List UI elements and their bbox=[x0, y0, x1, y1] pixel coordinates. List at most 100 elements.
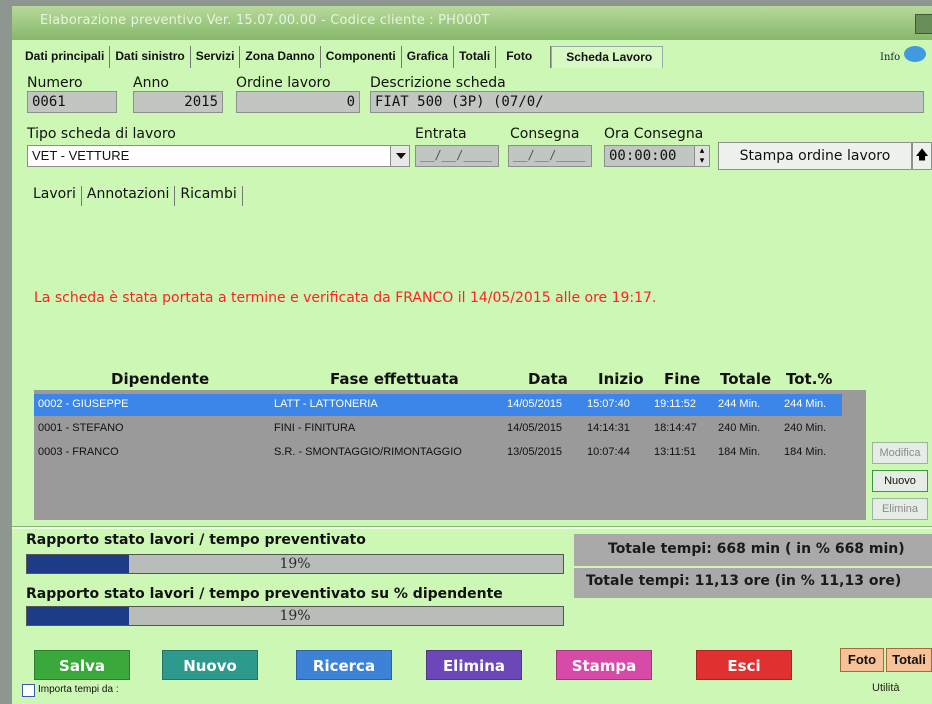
cell-fine: 19:11:52 bbox=[654, 398, 697, 410]
col-fase-header: Fase effettuata bbox=[330, 370, 459, 388]
importa-checkbox[interactable] bbox=[22, 684, 35, 697]
title-bar: Elaborazione preventivo Ver. 15.07.00.00… bbox=[12, 6, 932, 40]
cell-inizio: 10:07:44 bbox=[587, 446, 630, 458]
entrata-field[interactable]: __/__/____ bbox=[415, 145, 499, 167]
chevron-down-icon: ▾ bbox=[699, 156, 705, 166]
bar2-percent: 19% bbox=[279, 608, 311, 624]
foto-button[interactable]: Foto bbox=[840, 648, 884, 672]
bar2-label: Rapporto stato lavori / tempo preventiva… bbox=[26, 586, 503, 602]
cell-totpct: 244 Min. bbox=[784, 398, 827, 410]
tab-componenti[interactable]: Componenti bbox=[321, 46, 402, 68]
esci-button[interactable]: Esci bbox=[696, 650, 792, 680]
tipo-dropdown-button[interactable] bbox=[390, 145, 410, 167]
ordine-field[interactable]: 0 bbox=[236, 91, 360, 113]
descrizione-label: Descrizione scheda bbox=[370, 75, 506, 91]
tab-grafica[interactable]: Grafica bbox=[402, 46, 455, 68]
cell-dipendente: 0003 - FRANCO bbox=[38, 446, 119, 458]
numero-label: Numero bbox=[27, 75, 83, 91]
cell-totale: 184 Min. bbox=[718, 446, 761, 458]
chevron-up-icon: ▴ bbox=[699, 146, 705, 156]
sub-tabs: Lavori Annotazioni Ricambi bbox=[28, 186, 243, 206]
cell-data: 14/05/2015 bbox=[507, 398, 563, 410]
scroll-up-button[interactable]: 🡅 bbox=[912, 142, 932, 170]
tab-scheda-lavoro[interactable]: Scheda Lavoro bbox=[551, 46, 664, 68]
cell-fase: FINI - FINITURA bbox=[274, 422, 356, 434]
col-dipendente-header: Dipendente bbox=[111, 370, 210, 388]
tipo-label: Tipo scheda di lavoro bbox=[27, 126, 176, 142]
chevron-down-icon bbox=[396, 153, 406, 159]
subtab-lavori[interactable]: Lavori bbox=[28, 186, 82, 206]
totale-ore-text: Totale tempi: 11,13 ore (in % 11,13 ore) bbox=[586, 573, 902, 589]
tab-totali[interactable]: Totali bbox=[454, 46, 497, 68]
cell-data: 13/05/2015 bbox=[507, 446, 563, 458]
cell-totpct: 240 Min. bbox=[784, 422, 827, 434]
modifica-button[interactable]: Modifica bbox=[872, 442, 928, 464]
tab-servizi[interactable]: Servizi bbox=[191, 46, 241, 68]
anno-field[interactable]: 2015 bbox=[133, 91, 223, 113]
ricerca-button[interactable]: Ricerca bbox=[296, 650, 392, 680]
anno-label: Anno bbox=[133, 75, 169, 91]
minimize-button[interactable] bbox=[915, 14, 932, 34]
nuovo-row-button[interactable]: Nuovo bbox=[872, 470, 928, 492]
cell-fine: 18:14:47 bbox=[654, 422, 697, 434]
bar2-progress: 19% bbox=[26, 606, 564, 626]
salva-button[interactable]: Salva bbox=[34, 650, 130, 680]
ora-spinner[interactable]: ▴ ▾ bbox=[694, 145, 710, 167]
consegna-label: Consegna bbox=[510, 126, 580, 142]
cell-totale: 240 Min. bbox=[718, 422, 761, 434]
bar1-label: Rapporto stato lavori / tempo preventiva… bbox=[26, 532, 366, 548]
cell-fase: S.R. - SMONTAGGIO/RIMONTAGGIO bbox=[274, 446, 462, 458]
descrizione-field[interactable]: FIAT 500 (3P) (07/0/ bbox=[370, 91, 924, 113]
completion-message: La scheda è stata portata a termine e ve… bbox=[34, 290, 657, 306]
cell-totpct: 184 Min. bbox=[784, 446, 827, 458]
entrata-label: Entrata bbox=[415, 126, 467, 142]
cell-dipendente: 0001 - STEFANO bbox=[38, 422, 124, 434]
info-icon[interactable] bbox=[904, 46, 926, 62]
elimina-button[interactable]: Elimina bbox=[426, 650, 522, 680]
importa-label: Importa tempi da : bbox=[38, 684, 119, 695]
ora-consegna-field[interactable]: 00:00:00 bbox=[604, 145, 696, 167]
cell-fase: LATT - LATTONERIA bbox=[274, 398, 378, 410]
table-row[interactable]: 0001 - STEFANO FINI - FINITURA 14/05/201… bbox=[34, 418, 842, 440]
totale-min-box: Totale tempi: 668 min ( in % 668 min) bbox=[574, 534, 932, 566]
subtab-ricambi[interactable]: Ricambi bbox=[175, 186, 243, 206]
consegna-field[interactable]: __/__/____ bbox=[508, 145, 592, 167]
totale-min-text: Totale tempi: 668 min ( in % 668 min) bbox=[608, 541, 905, 557]
tab-zona-danno[interactable]: Zona Danno bbox=[240, 46, 321, 68]
tipo-select[interactable]: VET - VETTURE bbox=[27, 145, 391, 167]
nuovo-button[interactable]: Nuovo bbox=[162, 650, 258, 680]
utilita-label[interactable]: Utilità bbox=[872, 682, 900, 694]
col-data-header: Data bbox=[528, 370, 568, 388]
tab-foto[interactable]: Foto bbox=[496, 46, 552, 68]
col-totpct-header: Tot.% bbox=[786, 370, 833, 388]
tab-dati-principali[interactable]: Dati principali bbox=[20, 46, 111, 68]
table-row[interactable]: 0003 - FRANCO S.R. - SMONTAGGIO/RIMONTAG… bbox=[34, 442, 842, 464]
bar1-progress: 19% bbox=[26, 554, 564, 574]
window-title: Elaborazione preventivo Ver. 15.07.00.00… bbox=[40, 13, 490, 28]
col-fine-header: Fine bbox=[664, 370, 701, 388]
cell-inizio: 14:14:31 bbox=[587, 422, 630, 434]
stampa-ordine-label: Stampa ordine lavoro bbox=[739, 148, 891, 164]
main-tabs: Dati principali Dati sinistro Servizi Zo… bbox=[20, 46, 664, 68]
subtab-annotazioni[interactable]: Annotazioni bbox=[82, 186, 176, 206]
cell-inizio: 15:07:40 bbox=[587, 398, 630, 410]
totali-button[interactable]: Totali bbox=[886, 648, 932, 672]
stampa-button[interactable]: Stampa bbox=[556, 650, 652, 680]
divider bbox=[12, 526, 932, 529]
tab-dati-sinistro[interactable]: Dati sinistro bbox=[110, 46, 191, 68]
cell-fine: 13:11:51 bbox=[654, 446, 697, 458]
elimina-row-button[interactable]: Elimina bbox=[872, 498, 928, 520]
cell-totale: 244 Min. bbox=[718, 398, 761, 410]
cell-dipendente: 0002 - GIUSEPPE bbox=[38, 398, 129, 410]
col-totale-header: Totale bbox=[720, 370, 772, 388]
col-inizio-header: Inizio bbox=[598, 370, 644, 388]
table-row[interactable]: 0002 - GIUSEPPE LATT - LATTONERIA 14/05/… bbox=[34, 394, 842, 416]
totale-ore-box: Totale tempi: 11,13 ore (in % 11,13 ore) bbox=[574, 568, 932, 598]
arrow-up-icon: 🡅 bbox=[915, 148, 929, 163]
cell-data: 14/05/2015 bbox=[507, 422, 563, 434]
stampa-ordine-button[interactable]: Stampa ordine lavoro bbox=[718, 142, 912, 170]
ordine-label: Ordine lavoro bbox=[236, 75, 331, 91]
info-label[interactable]: Info bbox=[880, 52, 900, 63]
ora-consegna-label: Ora Consegna bbox=[604, 126, 704, 142]
numero-field[interactable]: 0061 bbox=[27, 91, 117, 113]
